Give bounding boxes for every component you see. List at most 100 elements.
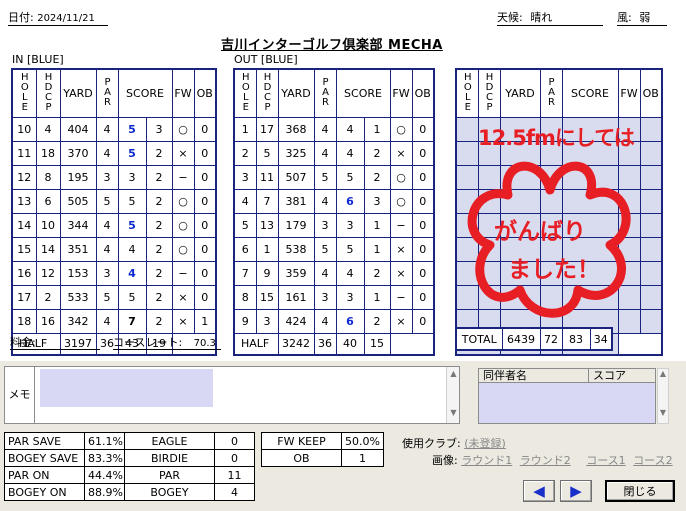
companion-score-header[interactable]: スコア (589, 369, 655, 382)
next-button[interactable]: ▶ (560, 480, 592, 502)
empty-cell (639, 116, 663, 142)
putt-cell: 1 (363, 212, 391, 238)
close-label: 閉じる (623, 485, 657, 498)
course-rate-label: コースレート: (113, 336, 183, 349)
ob-cell: 0 (411, 140, 435, 166)
prev-button[interactable]: ◀ (523, 480, 555, 502)
table-row: 12 8 195 3 3 2−0 (11, 164, 217, 190)
score-cell: 3 (117, 164, 147, 190)
companion-name-header[interactable]: 同伴者名 (479, 369, 589, 382)
table-row: 2 5 325 4 4 2 × 0 (233, 140, 435, 166)
table-row: 5 13 179 3 3 1−0 (233, 212, 435, 238)
par-header: PAR (539, 68, 563, 118)
hdcp-header: HDCP (477, 68, 501, 118)
image-link-round1[interactable]: ラウンド1 (461, 454, 512, 467)
hole-cell: 1 (233, 116, 257, 142)
companions-list[interactable]: 同伴者名 スコア (478, 368, 656, 424)
half-empty (618, 333, 662, 355)
empty-cell (639, 188, 663, 214)
yard-cell: 538 (277, 236, 315, 262)
putt-cell: 3 (363, 188, 391, 214)
image-link-course1[interactable]: コース1 (586, 454, 625, 467)
fw-cell: × (389, 140, 413, 166)
putt-cell: 1 (363, 116, 391, 142)
image-link-course2[interactable]: コース2 (633, 454, 672, 467)
hdcp-cell: 17 (255, 116, 279, 142)
score-header: SCORE (335, 68, 391, 118)
par-cell: 4 (95, 116, 119, 142)
ob-cell: 0 (193, 164, 217, 190)
scroll-down-icon[interactable]: ▼ (447, 408, 460, 417)
close-button[interactable]: 閉じる (605, 480, 675, 502)
score-cell: 5 (117, 140, 147, 166)
memo-scrollbar[interactable]: ▲ ▼ (446, 367, 459, 423)
clubs-link[interactable]: (未登録) (464, 437, 506, 450)
par-cell: 4 (313, 260, 337, 286)
scroll-up-icon[interactable]: ▲ (658, 369, 668, 378)
image-link-round2[interactable]: ラウンド2 (520, 454, 571, 467)
hole-cell: 14 (11, 212, 37, 238)
hdcp-cell: 7 (255, 188, 279, 214)
fee-label: 料金: (10, 336, 36, 349)
score-cell: 5 (117, 116, 147, 142)
stat-value: 50.0% (341, 432, 384, 450)
hdcp-header: HDCP (35, 68, 61, 118)
handwriting-line-3: ました！ (508, 257, 600, 283)
score-cell: 7 (117, 308, 147, 334)
table-row: 10 4 404 4 5 3 ○ 0 (11, 116, 217, 142)
putt-cell: 2 (145, 188, 173, 214)
score-cell: 5 (335, 164, 365, 190)
stat-label: PAR (124, 466, 215, 484)
empty-cell (639, 140, 663, 166)
fw-header: FW (389, 68, 413, 118)
scroll-up-icon[interactable]: ▲ (447, 369, 460, 378)
ob-cell: 1 (193, 308, 217, 334)
yard-cell: 195 (59, 164, 97, 190)
putt-cell: 2 (363, 140, 391, 166)
hdcp-cell: 1 (255, 236, 279, 262)
empty-cell (639, 284, 663, 310)
companions-scrollbar[interactable]: ▲ ▼ (657, 368, 669, 424)
fw-cell: × (389, 236, 413, 262)
date-label: 日付 (8, 11, 30, 24)
fw-cell: × (389, 308, 413, 334)
wind-label: 風 (617, 11, 628, 24)
yard-cell: 368 (277, 116, 315, 142)
half-putt: 15 (363, 332, 391, 356)
score-cell: 3 (335, 212, 365, 238)
ob-cell: 0 (411, 260, 435, 286)
hole-cell: 7 (233, 260, 257, 286)
putt-cell: 2 (145, 164, 173, 190)
putt-cell: 1 (363, 236, 391, 262)
yard-cell: 507 (277, 164, 315, 190)
stat-row: FW KEEP 50.0% (261, 432, 384, 450)
par-cell: 5 (313, 164, 337, 190)
score-cell: 5 (335, 236, 365, 262)
memo-text-area[interactable] (40, 369, 213, 407)
yard-cell: 533 (59, 284, 97, 310)
ob-header: OB (411, 68, 435, 118)
hole-cell: 3 (233, 164, 257, 190)
putt-cell: 1 (363, 284, 391, 310)
table-row: 15 14 351 4 4 2 ○ 0 (11, 236, 217, 262)
table-row: 7 9 359 4 4 2 × 0 (233, 260, 435, 286)
yard-cell: 179 (277, 212, 315, 238)
hdcp-cell: 18 (35, 140, 61, 166)
scroll-down-icon[interactable]: ▼ (658, 408, 668, 417)
par-header: PAR (95, 68, 119, 118)
par-cell: 4 (313, 116, 337, 142)
stat-label: BOGEY SAVE (4, 449, 85, 467)
fw-cell: × (171, 308, 195, 334)
hole-cell: 8 (233, 284, 257, 310)
ob-cell: 0 (193, 188, 217, 214)
hdcp-cell: 5 (255, 140, 279, 166)
yard-cell: 342 (59, 308, 97, 334)
yard-cell: 351 (59, 236, 97, 262)
handwriting-line-2: がんばり (494, 219, 586, 245)
yard-header: YARD (499, 68, 541, 118)
stat-row: BOGEY 4 (124, 483, 255, 501)
fw-cell: − (389, 212, 413, 238)
fw-cell: ○ (389, 116, 413, 142)
table-row: 14 10 344 4 5 2 ○ 0 (11, 212, 217, 238)
hole-cell: 10 (11, 116, 37, 142)
